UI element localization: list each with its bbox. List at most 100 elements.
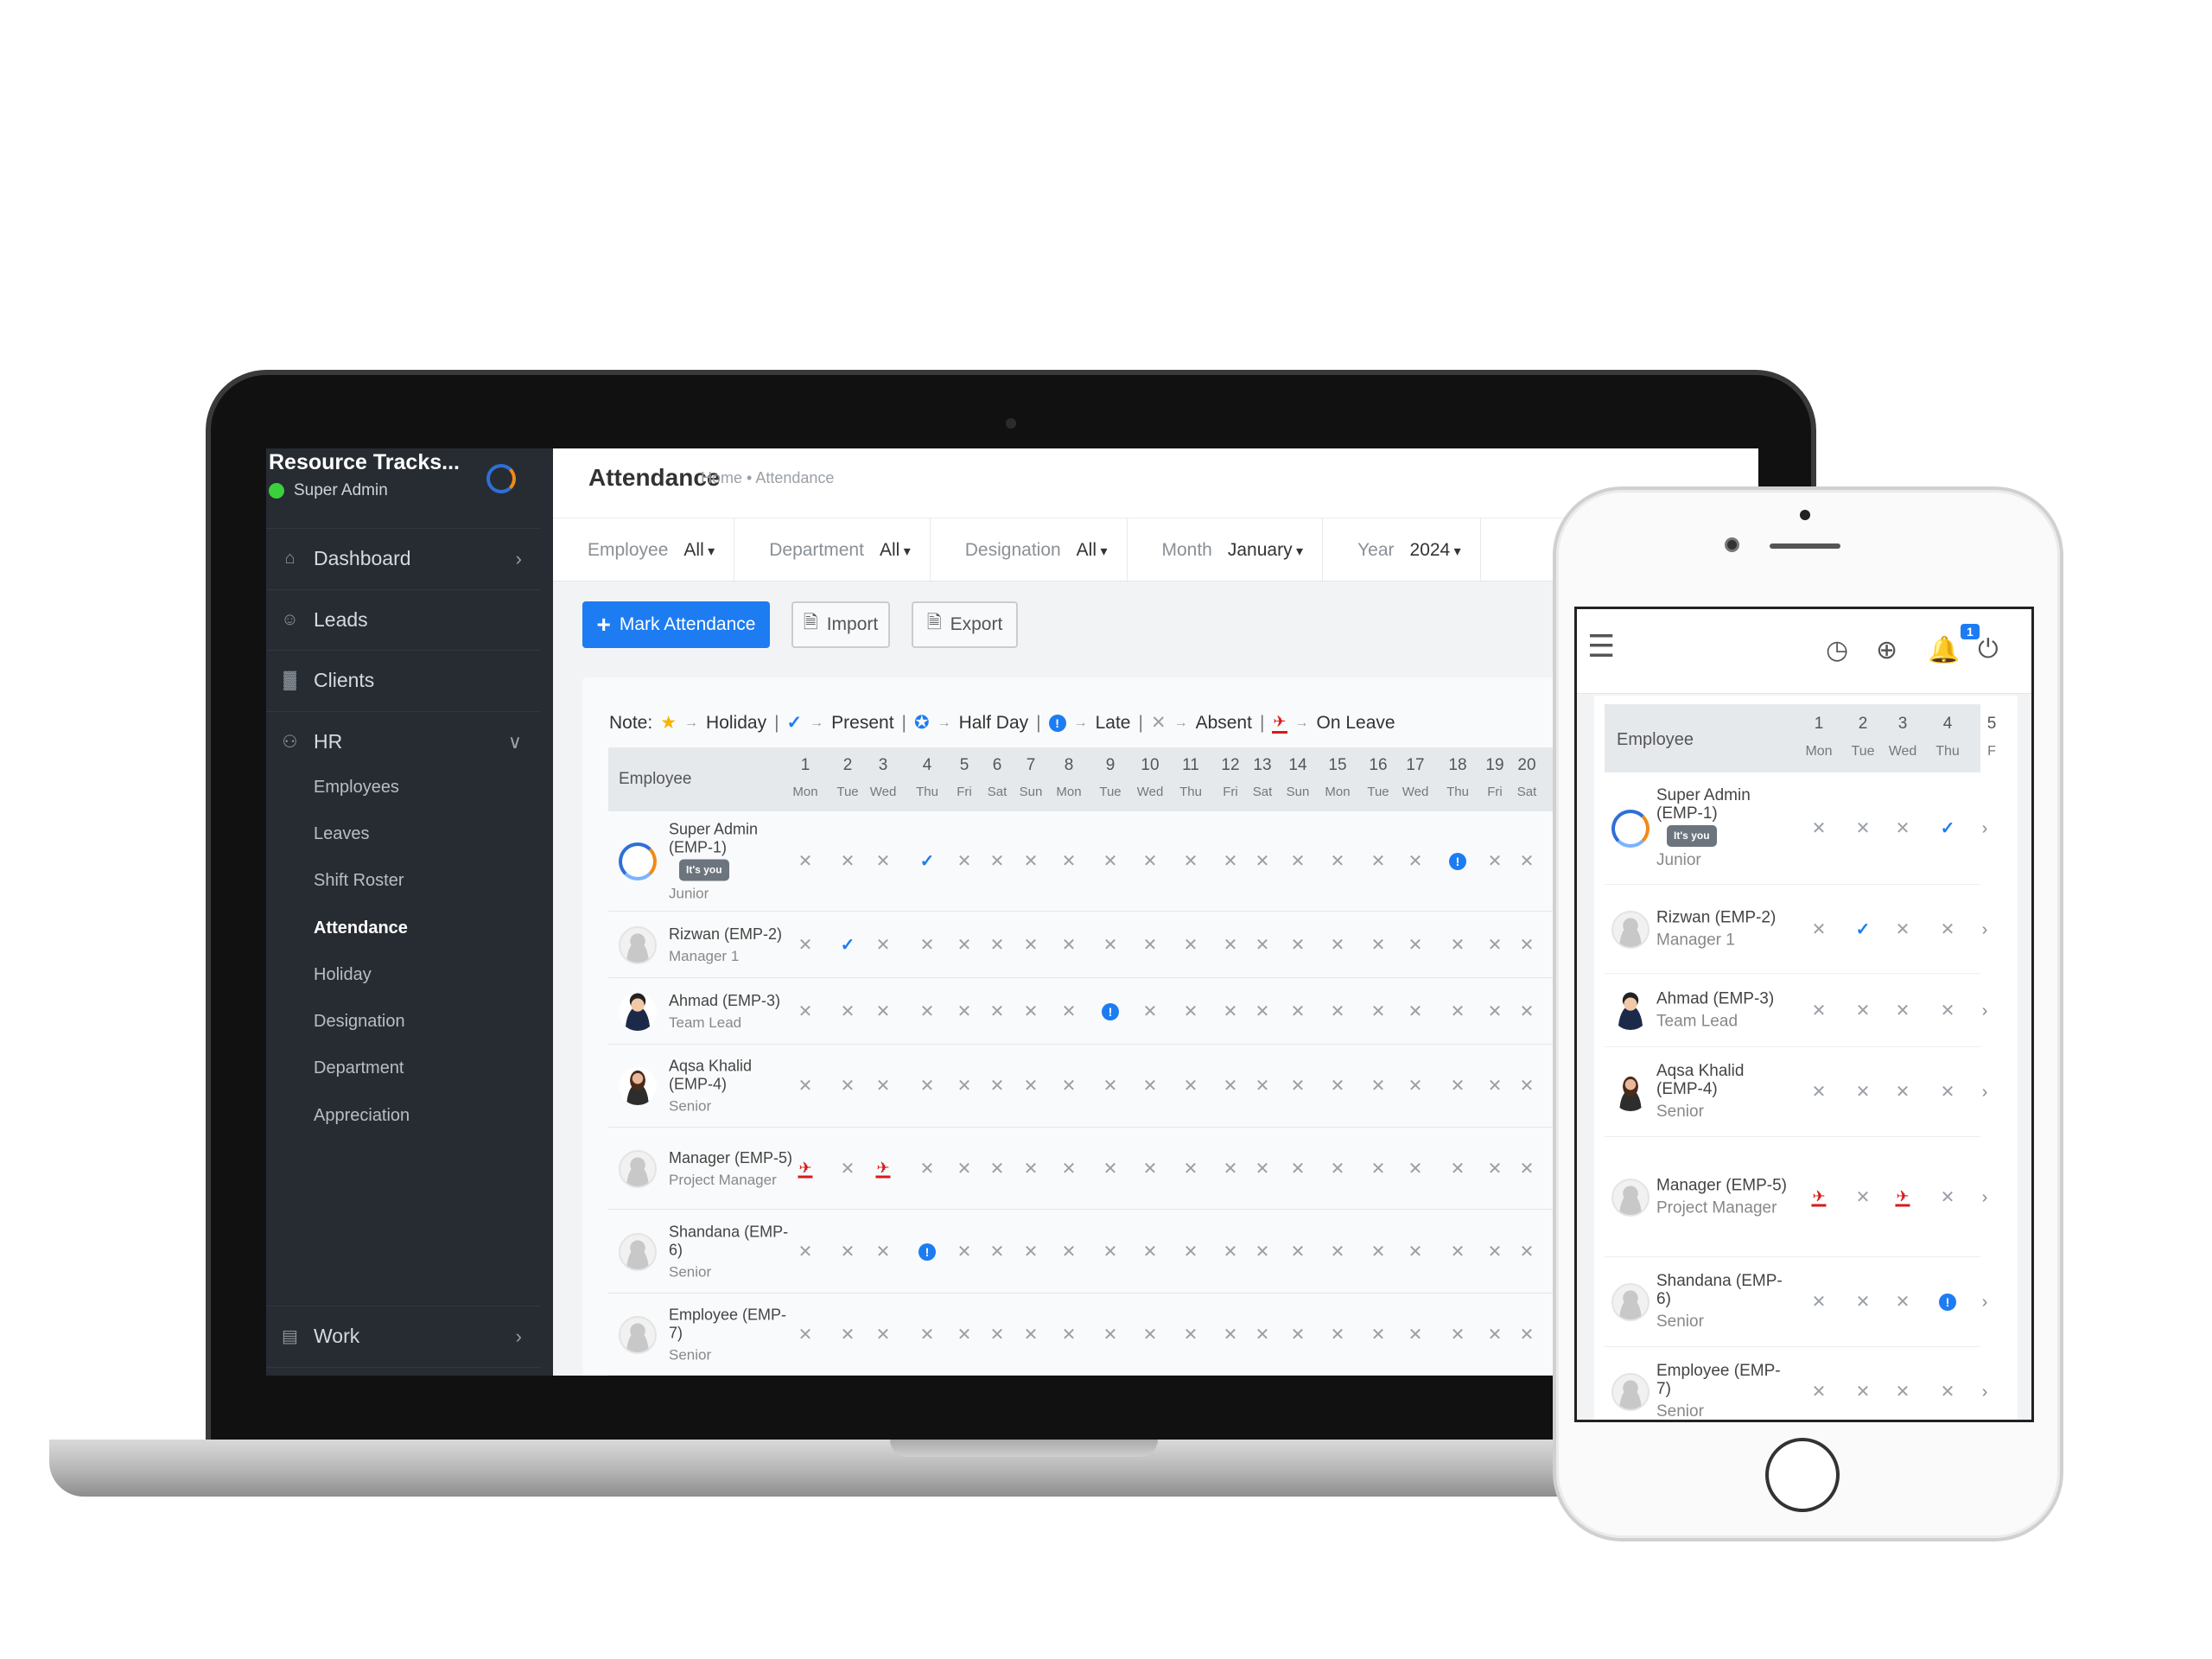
absent-x-icon[interactable]: ✕	[990, 1160, 1005, 1178]
absent-x-icon[interactable]: ✕	[1143, 1326, 1158, 1344]
absent-x-icon[interactable]: ✕	[1896, 820, 1910, 837]
absent-x-icon[interactable]: ✕	[1103, 1243, 1118, 1261]
absent-x-icon[interactable]: ✕	[1224, 1243, 1238, 1261]
absent-x-icon[interactable]: ✕	[1488, 937, 1503, 954]
absent-x-icon[interactable]: ✕	[1488, 1077, 1503, 1095]
absent-x-icon[interactable]: ✕	[1143, 853, 1158, 870]
absent-x-icon[interactable]: ✕	[1451, 1160, 1465, 1178]
filter-designation[interactable]: Designation All	[931, 518, 1128, 582]
absent-x-icon[interactable]: ✕	[1520, 937, 1535, 954]
mobile-employee-info[interactable]: Employee (EMP-7) Senior	[1656, 1362, 1795, 1420]
sidebar-subitem-designation[interactable]: Designation	[314, 1012, 405, 1032]
absent-x-icon[interactable]: ✕	[1856, 1002, 1871, 1020]
on-leave-plane-icon[interactable]: ✈	[1811, 1188, 1827, 1206]
absent-x-icon[interactable]: ✕	[841, 1243, 855, 1261]
absent-x-icon[interactable]: ✕	[1451, 1077, 1465, 1095]
absent-x-icon[interactable]: ✕	[1856, 1383, 1871, 1401]
absent-x-icon[interactable]: ✕	[1224, 1003, 1238, 1020]
absent-x-icon[interactable]: ✕	[1331, 1077, 1345, 1095]
mobile-employee-name[interactable]: Super Admin (EMP-1)	[1656, 786, 1795, 823]
absent-x-icon[interactable]: ✕	[1896, 1383, 1910, 1401]
sidebar-subitem-attendance[interactable]: Attendance	[314, 918, 408, 938]
absent-x-icon[interactable]: ✕	[1371, 853, 1386, 870]
employee-name[interactable]: Manager (EMP-5)	[669, 1149, 798, 1167]
breadcrumb[interactable]: Home • Attendance	[701, 469, 834, 487]
present-check-icon[interactable]: ✓	[841, 937, 855, 954]
absent-x-icon[interactable]: ✕	[920, 937, 935, 954]
absent-x-icon[interactable]: ✕	[798, 1003, 813, 1020]
sidebar-item-finance[interactable]: $Finance›	[266, 1367, 541, 1376]
absent-x-icon[interactable]: ✕	[1331, 1003, 1345, 1020]
mobile-employee-name[interactable]: Shandana (EMP-6)	[1656, 1272, 1795, 1308]
absent-x-icon[interactable]: ✕	[1291, 1003, 1306, 1020]
absent-x-icon[interactable]: ✕	[798, 1326, 813, 1344]
absent-x-icon[interactable]: ✕	[1520, 1160, 1535, 1178]
absent-x-icon[interactable]: ✕	[1103, 937, 1118, 954]
absent-x-icon[interactable]: ✕	[1143, 1077, 1158, 1095]
absent-x-icon[interactable]: ✕	[1488, 853, 1503, 870]
absent-x-icon[interactable]: ✕	[1184, 1326, 1198, 1344]
chevron-right-icon[interactable]: ›	[1982, 1294, 1988, 1311]
absent-x-icon[interactable]: ✕	[1184, 1003, 1198, 1020]
absent-x-icon[interactable]: ✕	[798, 937, 813, 954]
absent-x-icon[interactable]: ✕	[1371, 1077, 1386, 1095]
sidebar-subitem-employees[interactable]: Employees	[314, 778, 399, 798]
absent-x-icon[interactable]: ✕	[1291, 937, 1306, 954]
absent-x-icon[interactable]: ✕	[876, 1003, 891, 1020]
absent-x-icon[interactable]: ✕	[841, 1160, 855, 1178]
bell-icon[interactable]: 🔔	[1928, 635, 1960, 665]
absent-x-icon[interactable]: ✕	[841, 1077, 855, 1095]
absent-x-icon[interactable]: ✕	[1255, 1243, 1270, 1261]
absent-x-icon[interactable]: ✕	[990, 937, 1005, 954]
mobile-employee-info[interactable]: Aqsa Khalid (EMP-4) Senior	[1656, 1062, 1795, 1122]
absent-x-icon[interactable]: ✕	[1184, 1160, 1198, 1178]
absent-x-icon[interactable]: ✕	[1812, 1002, 1827, 1020]
absent-x-icon[interactable]: ✕	[1812, 1294, 1827, 1311]
absent-x-icon[interactable]: ✕	[1291, 1160, 1306, 1178]
absent-x-icon[interactable]: ✕	[1255, 1326, 1270, 1344]
filter-dropdown[interactable]: All	[683, 540, 715, 561]
absent-x-icon[interactable]: ✕	[1488, 1160, 1503, 1178]
filter-dropdown[interactable]: All	[1077, 540, 1108, 561]
absent-x-icon[interactable]: ✕	[990, 1326, 1005, 1344]
employee-name[interactable]: Super Admin (EMP-1)	[669, 821, 798, 857]
absent-x-icon[interactable]: ✕	[1371, 1003, 1386, 1020]
employee-info[interactable]: Manager (EMP-5) Project Manager	[669, 1149, 798, 1189]
absent-x-icon[interactable]: ✕	[1184, 937, 1198, 954]
mobile-employee-name[interactable]: Manager (EMP-5)	[1656, 1176, 1795, 1194]
absent-x-icon[interactable]: ✕	[1255, 1160, 1270, 1178]
absent-x-icon[interactable]: ✕	[1024, 1003, 1039, 1020]
employee-name[interactable]: Shandana (EMP-6)	[669, 1223, 798, 1259]
absent-x-icon[interactable]: ✕	[1143, 1003, 1158, 1020]
absent-x-icon[interactable]: ✕	[990, 1003, 1005, 1020]
absent-x-icon[interactable]: ✕	[1024, 1160, 1039, 1178]
chevron-right-icon[interactable]: ›	[1982, 820, 1988, 837]
absent-x-icon[interactable]: ✕	[920, 1160, 935, 1178]
absent-x-icon[interactable]: ✕	[1520, 1077, 1535, 1095]
absent-x-icon[interactable]: ✕	[1024, 853, 1039, 870]
absent-x-icon[interactable]: ✕	[1062, 1003, 1077, 1020]
absent-x-icon[interactable]: ✕	[1408, 937, 1423, 954]
absent-x-icon[interactable]: ✕	[798, 1077, 813, 1095]
absent-x-icon[interactable]: ✕	[1291, 1326, 1306, 1344]
absent-x-icon[interactable]: ✕	[798, 1243, 813, 1261]
menu-icon[interactable]: ☰	[1587, 628, 1615, 664]
absent-x-icon[interactable]: ✕	[920, 1003, 935, 1020]
absent-x-icon[interactable]: ✕	[876, 853, 891, 870]
absent-x-icon[interactable]: ✕	[1331, 1326, 1345, 1344]
absent-x-icon[interactable]: ✕	[957, 1003, 972, 1020]
absent-x-icon[interactable]: ✕	[1224, 853, 1238, 870]
employee-name[interactable]: Ahmad (EMP-3)	[669, 992, 798, 1010]
late-info-icon[interactable]: !	[1102, 1002, 1119, 1020]
absent-x-icon[interactable]: ✕	[1451, 1326, 1465, 1344]
absent-x-icon[interactable]: ✕	[1291, 1077, 1306, 1095]
absent-x-icon[interactable]: ✕	[957, 937, 972, 954]
absent-x-icon[interactable]: ✕	[920, 1326, 935, 1344]
mobile-employee-info[interactable]: Manager (EMP-5) Project Manager	[1656, 1176, 1795, 1218]
absent-x-icon[interactable]: ✕	[957, 1160, 972, 1178]
absent-x-icon[interactable]: ✕	[1812, 820, 1827, 837]
employee-info[interactable]: Ahmad (EMP-3) Team Lead	[669, 992, 798, 1032]
sidebar-item-clients[interactable]: ▓ Clients	[266, 650, 541, 710]
absent-x-icon[interactable]: ✕	[1896, 1002, 1910, 1020]
absent-x-icon[interactable]: ✕	[1143, 1160, 1158, 1178]
